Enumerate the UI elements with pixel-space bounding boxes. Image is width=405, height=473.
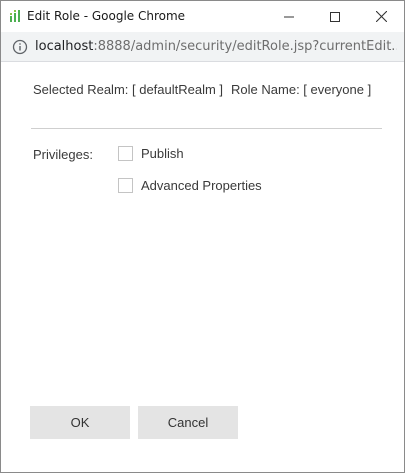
advanced-properties-checkbox[interactable] — [118, 177, 133, 193]
minimize-icon — [284, 16, 294, 17]
advanced-properties-label: Advanced Properties — [141, 177, 262, 193]
maximize-button[interactable] — [312, 1, 358, 32]
privilege-advanced-properties[interactable]: Advanced Properties — [118, 177, 262, 193]
publish-checkbox[interactable] — [118, 145, 133, 161]
privileges-label: Privileges: — [33, 147, 93, 162]
minimize-button[interactable] — [266, 1, 312, 32]
role-name-text: Role Name: [ everyone ] — [231, 82, 372, 97]
realm-info: Selected Realm: [ defaultRealm ] Role Nam… — [33, 82, 371, 97]
maximize-icon — [330, 11, 340, 22]
divider — [31, 128, 382, 129]
url-host: localhost — [35, 39, 94, 54]
title-bar[interactable]: Edit Role - Google Chrome — [1, 1, 404, 32]
close-button[interactable] — [358, 1, 404, 32]
cancel-button[interactable]: Cancel — [138, 406, 238, 439]
address-bar[interactable]: localhost:8888/admin/security/editRole.j… — [1, 32, 404, 62]
close-icon — [375, 11, 387, 22]
info-icon[interactable] — [12, 39, 28, 55]
selected-realm-text: Selected Realm: [ defaultRealm ] — [33, 82, 224, 97]
window-title: Edit Role - Google Chrome — [27, 9, 186, 23]
publish-label: Publish — [141, 145, 184, 161]
edit-role-form: Selected Realm: [ defaultRealm ] Role Nam… — [1, 63, 404, 473]
url-text[interactable]: localhost:8888/admin/security/editRole.j… — [35, 39, 397, 54]
url-path: :8888/admin/security/editRole.jsp?curren… — [93, 39, 397, 54]
ok-button[interactable]: OK — [30, 406, 130, 439]
app-icon — [9, 9, 23, 23]
browser-window: Edit Role - Google Chrome localhost:8888… — [0, 0, 405, 473]
privilege-publish[interactable]: Publish — [118, 145, 184, 161]
